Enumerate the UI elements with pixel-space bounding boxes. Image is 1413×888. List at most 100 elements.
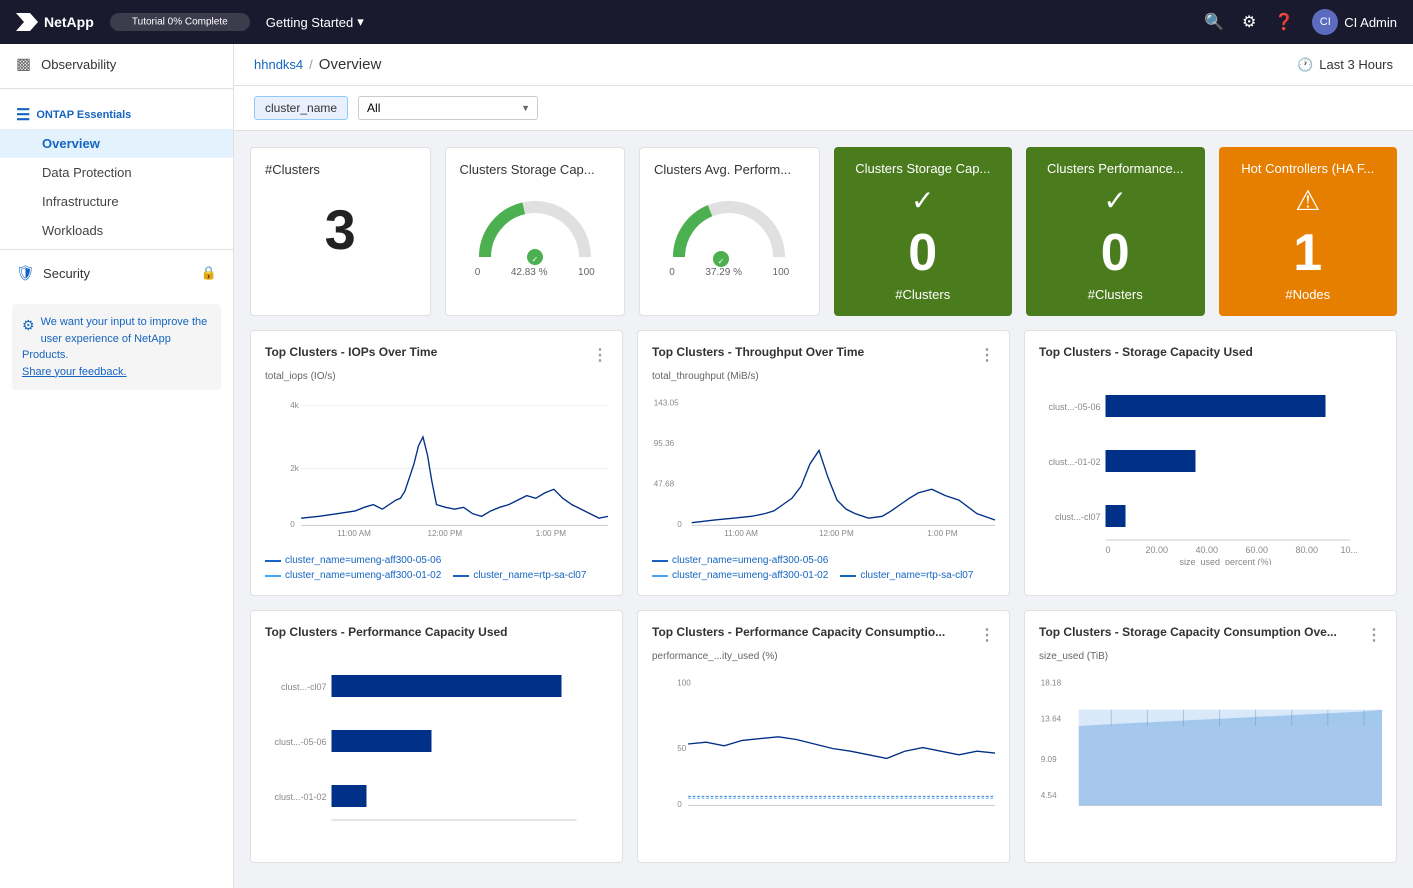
user-initials: CI [1320,16,1331,28]
avg-perf-gauge-card: Clusters Avg. Perform... ✓ 0 37.29 % 100 [639,147,820,316]
clock-icon: 🕐 [1297,57,1313,73]
check-icon-storage: ✓ [911,184,934,217]
svg-text:95.36: 95.36 [654,439,675,448]
filter-value-select[interactable]: All [358,96,538,120]
storage-cap-consumption-chart-card: Top Clusters - Storage Capacity Consumpt… [1024,610,1397,863]
perf-cap-consumption-svg: 100 50 0 [652,664,995,824]
feedback-link[interactable]: Share your feedback. [22,366,127,378]
sidebar-item-data-protection[interactable]: Data Protection [0,158,233,187]
warning-icon: ⚠ [1295,184,1320,217]
page-header: hhndks4 / Overview 🕐 Last 3 Hours [234,44,1413,86]
sidebar-item-infrastructure[interactable]: Infrastructure [0,187,233,216]
svg-text:clust...-cl07: clust...-cl07 [281,682,327,692]
avg-perf-gauge-title: Clusters Avg. Perform... [654,162,805,177]
sidebar-item-overview[interactable]: Overview [0,129,233,158]
storage-cap-consumption-menu[interactable]: ⋮ [1366,625,1382,645]
help-icon[interactable]: ❓ [1274,12,1294,32]
data-protection-label: Data Protection [42,165,132,180]
tutorial-progress-bar: Tutorial 0% Complete [110,13,250,31]
svg-text:13.64: 13.64 [1041,714,1062,723]
gear-icon[interactable]: ⚙ [1242,12,1256,32]
perf-cap-used-chart-card: Top Clusters - Performance Capacity Used… [250,610,623,863]
iops-chart-menu[interactable]: ⋮ [592,345,608,365]
svg-text:0: 0 [1106,545,1111,555]
iops-chart-title: Top Clusters - IOPs Over Time ⋮ [265,345,608,365]
svg-text:11:00 AM: 11:00 AM [337,529,371,538]
workloads-label: Workloads [42,223,103,238]
tp-legend-label-3: cluster_name=rtp-sa-cl07 [860,570,973,581]
filter-key-label: cluster_name [254,96,348,120]
nav-icons: 🔍 ⚙ ❓ CI CI Admin [1204,9,1397,35]
iops-chart-svg: 4k 2k 0 11:00 AM 12:00 PM 1:00 PM [265,384,608,544]
legend-label-1: cluster_name=umeng-aff300-05-06 [285,555,441,566]
clusters-count-value: 3 [265,187,416,272]
getting-started-label: Getting Started [266,15,353,30]
user-label: CI Admin [1344,15,1397,30]
sidebar-item-workloads[interactable]: Workloads [0,216,233,245]
hot-controllers-card: Hot Controllers (HA F... ⚠ 1 #Nodes [1219,147,1398,316]
legend-label-2: cluster_name=umeng-aff300-01-02 [285,570,441,581]
throughput-chart-svg: 143.05 95.36 47.68 0 11:00 AM 12:00 PM 1… [652,384,995,544]
svg-text:1:00 PM: 1:00 PM [536,529,566,538]
svg-text:47.68: 47.68 [654,480,675,489]
time-filter[interactable]: 🕐 Last 3 Hours [1297,57,1393,73]
clusters-count-card: #Clusters 3 [250,147,431,316]
tp-legend-label-2: cluster_name=umeng-aff300-01-02 [672,570,828,581]
tp-legend-line-2 [652,575,668,577]
shield-icon: 🛡 [16,264,35,282]
svg-text:clust...-cl07: clust...-cl07 [1055,512,1101,522]
time-filter-label: Last 3 Hours [1319,57,1393,72]
feedback-box: ⚙ We want your input to improve the user… [12,304,221,390]
storage-cap-gauge-title: Clusters Storage Cap... [460,162,611,177]
sidebar-item-observability[interactable]: ▩ Observability [0,44,233,84]
throughput-chart-title: Top Clusters - Throughput Over Time ⋮ [652,345,995,365]
settings-icon: ⚙ [22,315,35,336]
user-section[interactable]: CI CI Admin [1312,9,1397,35]
tp-legend-label-1: cluster_name=umeng-aff300-05-06 [672,555,828,566]
svg-text:4.54: 4.54 [1041,791,1057,800]
filter-select-wrap: All [358,96,538,120]
storage-cap-consumption-axis-label: size_used (TiB) [1039,651,1382,662]
sidebar: ▩ Observability ☰ ONTAP Essentials Overv… [0,44,234,888]
charts-row-1: Top Clusters - IOPs Over Time ⋮ total_io… [250,330,1397,596]
svg-text:12:00 PM: 12:00 PM [819,529,854,538]
hot-controllers-label: #Nodes [1285,287,1330,302]
svg-text:2k: 2k [290,464,300,473]
gauge-svg-perf: ✓ [669,187,789,267]
security-label: Security [43,266,90,281]
iops-chart-card: Top Clusters - IOPs Over Time ⋮ total_io… [250,330,623,596]
breadcrumb-parent[interactable]: hhndks4 [254,57,303,72]
search-icon[interactable]: 🔍 [1204,12,1224,32]
storage-cap-used-title: Top Clusters - Storage Capacity Used [1039,345,1382,359]
iops-legend: cluster_name=umeng-aff300-05-06 cluster_… [265,555,608,581]
overview-label: Overview [42,136,100,151]
clusters-count-title: #Clusters [265,162,416,177]
perf-cap-consumption-chart-card: Top Clusters - Performance Capacity Cons… [637,610,1010,863]
tutorial-progress-text: Tutorial 0% Complete [132,17,228,28]
perf-status-label: #Clusters [1088,287,1143,302]
storage-cap-status-title: Clusters Storage Cap... [855,161,990,176]
svg-text:clust...-05-06: clust...-05-06 [274,737,326,747]
perf-status-title: Clusters Performance... [1047,161,1184,176]
perf-status-value: 0 [1101,223,1130,283]
legend-line-3 [453,575,469,577]
netapp-logo-text: NetApp [44,14,94,30]
summary-cards-row: #Clusters 3 Clusters Storage Cap... ✓ [250,147,1397,316]
ontap-essentials-label: ☰ ONTAP Essentials [0,93,233,129]
perf-cap-consumption-axis-label: performance_...ity_used (%) [652,651,995,662]
gauge-svg-storage: ✓ [475,187,595,267]
tp-legend-line-1 [652,560,668,562]
sidebar-item-security[interactable]: 🛡 Security 🔒 [0,254,233,292]
getting-started-button[interactable]: Getting Started ▾ [266,14,364,30]
legend-label-3: cluster_name=rtp-sa-cl07 [473,570,586,581]
throughput-chart-card: Top Clusters - Throughput Over Time ⋮ to… [637,330,1010,596]
avatar: CI [1312,9,1338,35]
svg-text:40.00: 40.00 [1196,545,1219,555]
hot-controllers-title: Hot Controllers (HA F... [1241,161,1374,176]
perf-cap-consumption-menu[interactable]: ⋮ [979,625,995,645]
layers-icon: ☰ [16,105,30,125]
main-content: hhndks4 / Overview 🕐 Last 3 Hours cluste… [234,44,1413,888]
throughput-chart-menu[interactable]: ⋮ [979,345,995,365]
svg-text:clust...-01-02: clust...-01-02 [274,792,326,802]
svg-text:9.09: 9.09 [1041,755,1057,764]
